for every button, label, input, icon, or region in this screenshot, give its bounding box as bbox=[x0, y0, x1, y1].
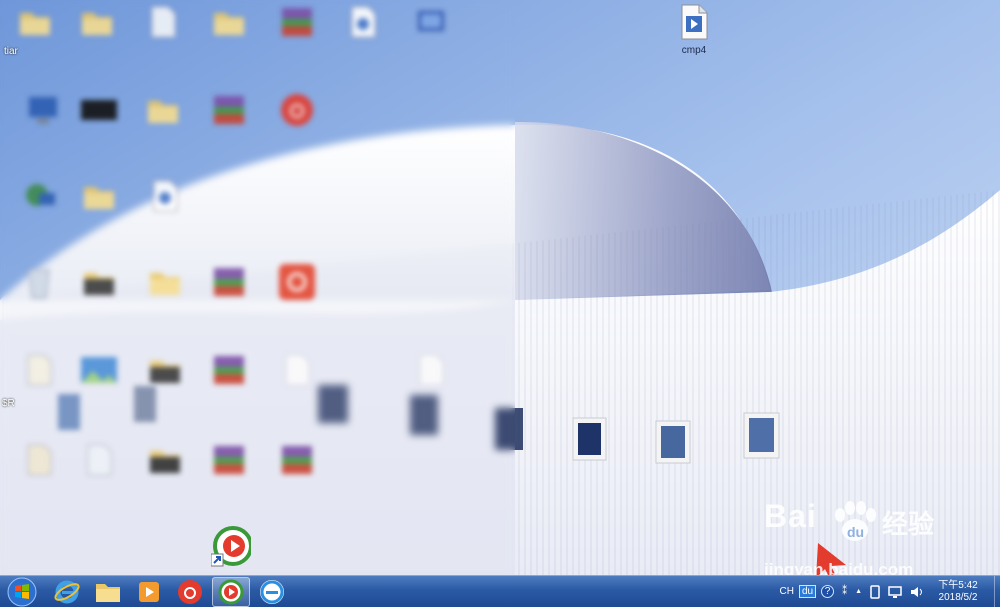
desktop-icon[interactable] bbox=[328, 2, 398, 78]
file-icon bbox=[411, 350, 451, 390]
folder-icon bbox=[79, 262, 119, 302]
tencent-video-icon bbox=[211, 526, 251, 567]
desktop-icon[interactable] bbox=[130, 262, 200, 338]
taskbar-browser[interactable] bbox=[253, 577, 291, 607]
device-icon[interactable] bbox=[870, 584, 880, 599]
desktop-icon[interactable] bbox=[262, 440, 332, 516]
desktop-icon[interactable] bbox=[262, 90, 332, 166]
media-file-icon bbox=[145, 176, 185, 216]
desktop-icon[interactable] bbox=[194, 2, 264, 78]
taskbar: CH du ? ⁑ ▲ 下午5:42 2018/5/2 bbox=[0, 575, 1000, 607]
computer-icon bbox=[23, 90, 63, 130]
folder-icon bbox=[77, 2, 117, 42]
desktop-icon[interactable] bbox=[128, 90, 198, 166]
ie-icon bbox=[54, 580, 80, 603]
desktop-edge-label: $R bbox=[2, 398, 15, 409]
netease-music-icon bbox=[277, 262, 317, 302]
desktop-icon[interactable] bbox=[130, 440, 200, 516]
desktop-icon-label: cmp4 bbox=[681, 45, 707, 56]
desktop-icon[interactable] bbox=[262, 350, 332, 426]
tencent-video-icon bbox=[218, 579, 244, 604]
ime-label: du bbox=[801, 586, 814, 597]
ime-indicator[interactable]: du bbox=[798, 585, 817, 598]
file-icon bbox=[19, 350, 59, 390]
desktop-icon[interactable] bbox=[194, 262, 264, 338]
winrar-archive-icon bbox=[209, 262, 249, 302]
system-tray: CH du ? ⁑ ▲ 下午5:42 2018/5/2 bbox=[775, 576, 1000, 607]
clock[interactable]: 下午5:42 2018/5/2 bbox=[928, 580, 988, 604]
e-browser-icon bbox=[260, 579, 284, 604]
desktop-icon[interactable] bbox=[64, 262, 134, 338]
network-icon bbox=[21, 176, 61, 216]
media-file-icon bbox=[674, 2, 714, 42]
desktop-icon[interactable] bbox=[64, 90, 134, 166]
windows-logo-icon bbox=[7, 577, 37, 606]
desktop-icon[interactable] bbox=[128, 2, 198, 78]
folder-icon bbox=[143, 90, 183, 130]
winrar-archive-icon bbox=[209, 440, 249, 480]
dragging-icon[interactable] bbox=[196, 526, 266, 574]
desktop-icon[interactable] bbox=[396, 2, 466, 78]
clock-time: 下午5:42 bbox=[938, 579, 978, 591]
help-label: ? bbox=[824, 586, 831, 597]
folder-icon bbox=[145, 262, 185, 302]
winrar-archive-icon bbox=[277, 440, 317, 480]
file-icon bbox=[143, 2, 183, 42]
winrar-archive-icon bbox=[209, 90, 249, 130]
desktop-icon[interactable] bbox=[262, 2, 332, 78]
taskbar-netease-music[interactable] bbox=[171, 577, 209, 607]
taskbar-tencent-video[interactable] bbox=[212, 576, 250, 607]
language-indicator[interactable]: CH bbox=[779, 586, 793, 597]
show-hidden-icons[interactable]: ▲ bbox=[855, 588, 862, 595]
media-player-icon bbox=[139, 581, 159, 602]
file-icon bbox=[277, 350, 317, 390]
chevron-up-icon: ▲ bbox=[855, 588, 862, 595]
netease-music-icon bbox=[178, 579, 202, 604]
file-icon bbox=[125, 384, 165, 424]
folder-icon bbox=[15, 2, 55, 42]
help-icon[interactable]: ? bbox=[821, 585, 835, 598]
folder-icon bbox=[96, 583, 120, 602]
tray-options-icon[interactable]: ⁑ bbox=[842, 586, 847, 597]
desktop-icon[interactable] bbox=[0, 2, 70, 78]
desktop-icon[interactable] bbox=[194, 440, 264, 516]
recycle-bin-icon bbox=[19, 262, 59, 302]
desktop-icon[interactable] bbox=[396, 350, 466, 426]
folder-icon bbox=[79, 176, 119, 216]
shortcut-icon bbox=[411, 2, 451, 42]
desktop-icon[interactable] bbox=[262, 262, 332, 338]
desktop-icon[interactable] bbox=[194, 90, 264, 166]
file-icon bbox=[79, 440, 119, 480]
desktop-icon-cmp4[interactable]: cmp4 bbox=[659, 2, 729, 78]
taskbar-internet-explorer[interactable] bbox=[48, 577, 86, 607]
network-icon[interactable] bbox=[888, 585, 902, 599]
folder-icon bbox=[209, 2, 249, 42]
clock-date: 2018/5/2 bbox=[938, 591, 978, 603]
taskbar-media-player[interactable] bbox=[130, 577, 168, 607]
desktop-icon[interactable] bbox=[62, 2, 132, 78]
desktop-icon[interactable] bbox=[194, 350, 264, 426]
media-file-icon bbox=[343, 2, 383, 42]
start-button[interactable] bbox=[2, 577, 42, 607]
netease-music-icon bbox=[277, 90, 317, 130]
volume-icon[interactable] bbox=[910, 585, 924, 599]
folder-icon bbox=[145, 440, 185, 480]
file-icon bbox=[19, 440, 59, 480]
winrar-archive-icon bbox=[277, 2, 317, 42]
show-desktop-button[interactable] bbox=[994, 576, 1000, 607]
desktop-icon[interactable] bbox=[130, 176, 200, 252]
black-file-icon bbox=[79, 90, 119, 130]
winrar-archive-icon bbox=[209, 350, 249, 390]
taskbar-file-explorer[interactable] bbox=[89, 577, 127, 607]
desktop-icon[interactable] bbox=[64, 176, 134, 252]
desktop-icon[interactable] bbox=[64, 440, 134, 516]
desktop-edge-label: tiar bbox=[4, 46, 18, 57]
file-icon bbox=[49, 392, 89, 432]
